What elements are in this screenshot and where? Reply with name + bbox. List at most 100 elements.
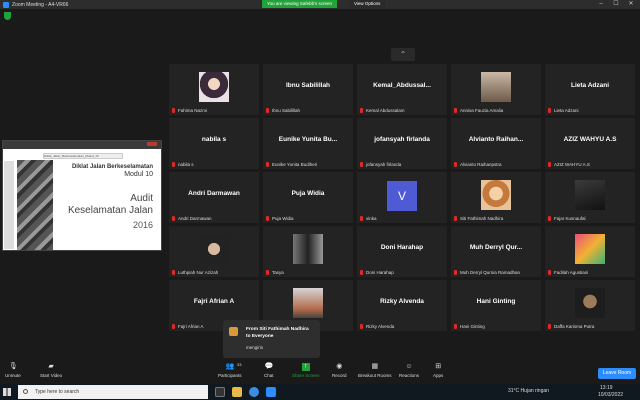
- participant-name: Fahima Nazmi: [178, 108, 208, 113]
- slide-title-line2: Keselamatan Jalan: [67, 205, 153, 216]
- shared-screen-view[interactable]: Diklat_Jalan_Berkeselamatan_Modul_10 Dik…: [2, 140, 162, 251]
- apps-button[interactable]: ⊞ Apps: [433, 363, 443, 378]
- participant-name-label: Puja Widia: [266, 216, 294, 221]
- participant-name-label: Fajar Kusnaufal: [548, 216, 586, 221]
- mic-muted-icon: [548, 162, 551, 167]
- reactions-button[interactable]: ☺ Reactions: [399, 363, 419, 378]
- close-button[interactable]: ✕: [625, 0, 637, 9]
- windows-start-icon[interactable]: [3, 388, 11, 396]
- slide-title-line1: Audit: [130, 193, 153, 204]
- reactions-label: Reactions: [399, 373, 420, 378]
- participant-tile[interactable]: Eunike Yunita Bu... Eunike Yunita Budiher…: [263, 118, 353, 169]
- participant-tile[interactable]: Lieta Adzani Lieta Adzani: [545, 64, 635, 115]
- participant-name-label: vinka: [360, 216, 377, 221]
- participant-tile[interactable]: Rizky Alvenda Rizky Alvenda: [357, 280, 447, 331]
- participant-tile[interactable]: Andri Darmawan Andri Darmawan: [169, 172, 259, 223]
- participant-tile[interactable]: Hani Ginting Hani Ginting: [451, 280, 541, 331]
- participant-name-label: jofansyah firlanda: [360, 162, 401, 167]
- participant-tile[interactable]: Fadilah Agustiani: [545, 226, 635, 277]
- screen-share-banner: You are viewing Safebb's screen: [262, 0, 337, 8]
- participant-display-name: Doni Harahap: [380, 244, 424, 251]
- participant-name: Puja Widia: [272, 216, 294, 221]
- participant-tile[interactable]: Muh Derryl Qur... Muh Derryl Qurnia Ramad…: [451, 226, 541, 277]
- participant-tile[interactable]: Fajar Kusnaufal: [545, 172, 635, 223]
- participant-tile[interactable]: jofansyah firlanda jofansyah firlanda: [357, 118, 447, 169]
- participant-display-name: Andri Darmawan: [188, 190, 240, 197]
- mic-muted-icon: [360, 108, 363, 113]
- participant-photo: [199, 72, 229, 102]
- chat-message: mengiris: [246, 345, 264, 350]
- chat-button[interactable]: 💬 Chat: [264, 363, 274, 378]
- participant-tile[interactable]: Daffa Karisma Putra: [545, 280, 635, 331]
- collapse-chevron-icon[interactable]: ⌃: [391, 48, 415, 61]
- participant-tile[interactable]: Alvianto Raihan... Alvianto Raihanpstra: [451, 118, 541, 169]
- participant-display-name: jofansyah firlanda: [374, 136, 430, 143]
- participant-display-name: Fajri Afrian A: [193, 298, 235, 305]
- participant-name-label: AZIZ WAHYU A.S: [548, 162, 590, 167]
- participant-initial-avatar: V: [387, 181, 417, 211]
- share-screen-button[interactable]: ↑ Share Screen: [292, 363, 320, 378]
- unmute-button[interactable]: 🎙 Unmute: [5, 363, 21, 378]
- participant-photo: [293, 234, 323, 264]
- participant-name: Daffa Karisma Putra: [554, 324, 595, 329]
- participant-name: Andri Darmawan: [178, 216, 212, 221]
- participant-tile[interactable]: Tasya: [263, 226, 353, 277]
- leave-room-button[interactable]: Leave Room: [598, 368, 636, 379]
- participant-name-label: Doni Harahap: [360, 270, 394, 275]
- participant-name: Hani Ginting: [460, 324, 485, 329]
- shared-screen-tab: Diklat_Jalan_Berkeselamatan_Modul_10: [43, 153, 123, 159]
- participant-tile[interactable]: Siti Fathimah Nadhira: [451, 172, 541, 223]
- participant-name: Fadilah Agustiani: [554, 270, 589, 275]
- participant-name: Muh Derryl Qurnia Ramadhan: [460, 270, 521, 275]
- slide-year: 2016: [132, 220, 153, 230]
- participant-name-label: Siti Fathimah Nadhira: [454, 216, 503, 221]
- participant-name-label: nabila s: [172, 162, 194, 167]
- participant-photo: [293, 288, 323, 318]
- participant-tile[interactable]: Vvinka: [357, 172, 447, 223]
- chrome-icon[interactable]: [249, 387, 259, 397]
- mic-muted-icon: [454, 324, 457, 329]
- participant-tile[interactable]: Fahima Nazmi: [169, 64, 259, 115]
- mic-muted-icon: [266, 108, 269, 113]
- participant-name-label: Fajri Afrian A: [172, 324, 204, 329]
- file-explorer-icon[interactable]: [232, 387, 242, 397]
- clock-time[interactable]: 13:19: [600, 385, 613, 391]
- participant-photo: [575, 234, 605, 264]
- participant-name: Doni Harahap: [366, 270, 394, 275]
- chat-to-line: to Everyone: [246, 334, 274, 339]
- participant-display-name: Kemal_Abdussal...: [373, 82, 431, 89]
- participant-tile[interactable]: Annisa Fauzia Amalia: [451, 64, 541, 115]
- participants-icon: 👥: [225, 363, 235, 370]
- participant-tile[interactable]: Ibnu Sabilillah Ibnu Sabilillah: [263, 64, 353, 115]
- mic-muted-icon: [266, 216, 269, 221]
- participant-name: Tasya: [272, 270, 284, 275]
- weather-status[interactable]: 31°C Hujan ringan: [508, 388, 549, 394]
- chat-label: Chat: [264, 373, 274, 378]
- mic-muted-icon: [548, 108, 551, 113]
- participant-tile[interactable]: Luthpiah Nur Azizah: [169, 226, 259, 277]
- encryption-shield-icon[interactable]: [4, 12, 11, 20]
- participant-name: Alvianto Raihanpstra: [460, 162, 502, 167]
- participant-tile[interactable]: Kemal_Abdussal... Kemal Abdussalam: [357, 64, 447, 115]
- participant-name: Luthpiah Nur Azizah: [178, 270, 219, 275]
- start-video-button[interactable]: ▰ Start Video: [40, 363, 62, 378]
- zoom-taskbar-icon[interactable]: [266, 387, 276, 397]
- minimize-button[interactable]: –: [595, 0, 607, 9]
- participant-tile[interactable]: AZIZ WAHYU A.S AZIZ WAHYU A.S: [545, 118, 635, 169]
- participant-name-label: Kemal Abdussalam: [360, 108, 405, 113]
- clock-date[interactable]: 10/03/2022: [598, 392, 623, 398]
- task-view-icon[interactable]: [215, 387, 225, 397]
- view-options-button[interactable]: View Options: [349, 0, 386, 8]
- participant-tile[interactable]: nabila s nabila s: [169, 118, 259, 169]
- breakout-rooms-button[interactable]: ▦ Breakout Rooms: [358, 363, 392, 378]
- record-button[interactable]: ◉ Record: [332, 363, 347, 378]
- participant-name-label: Alvianto Raihanpstra: [454, 162, 502, 167]
- chat-notification[interactable]: From Siti Fathimah Nadhira to Everyone m…: [223, 320, 320, 358]
- participant-tile[interactable]: Doni Harahap Doni Harahap: [357, 226, 447, 277]
- taskbar-search-input[interactable]: Type here to search: [18, 385, 208, 399]
- maximize-button[interactable]: ☐: [610, 0, 622, 9]
- mic-muted-icon: [360, 324, 363, 329]
- participant-tile[interactable]: Puja Widia Puja Widia: [263, 172, 353, 223]
- participant-name: Siti Fathimah Nadhira: [460, 216, 504, 221]
- search-placeholder: Type here to search: [35, 389, 80, 395]
